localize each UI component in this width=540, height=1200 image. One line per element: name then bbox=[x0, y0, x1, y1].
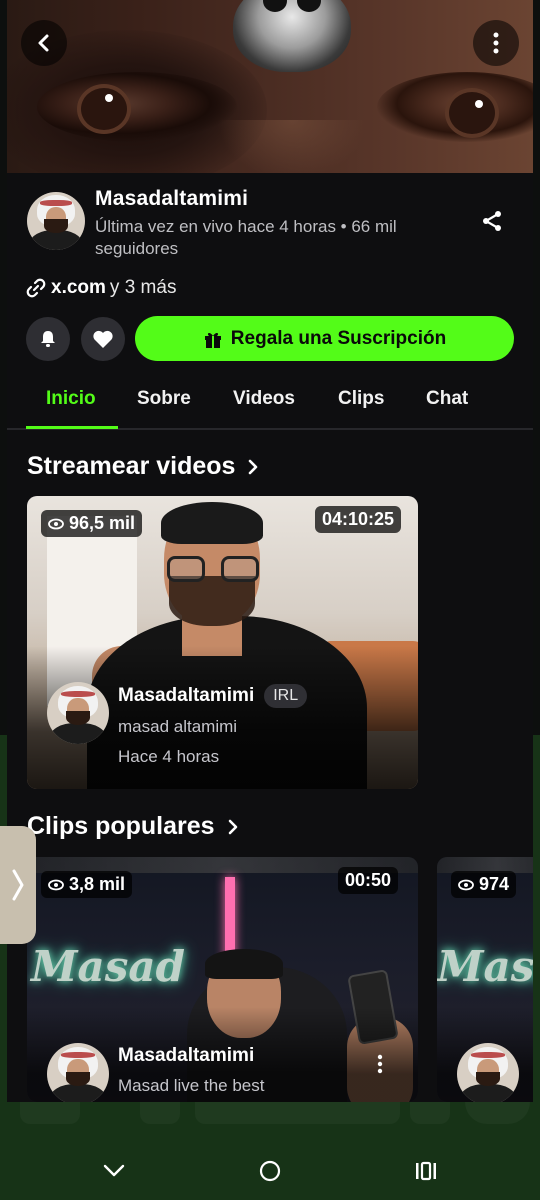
more-options-button[interactable] bbox=[473, 20, 519, 66]
share-button[interactable] bbox=[477, 206, 507, 236]
eye-icon bbox=[48, 879, 64, 890]
social-links[interactable]: x.com y 3 más bbox=[25, 277, 176, 299]
nav-home-button[interactable] bbox=[250, 1154, 290, 1188]
vertical-dots-icon bbox=[377, 1054, 383, 1074]
gift-icon bbox=[204, 332, 221, 348]
stream-videos-title: Streamear videos bbox=[27, 452, 236, 480]
channel-screen: Masadaltamimi Última vez en vivo hace 4 … bbox=[7, 0, 533, 1102]
link-icon bbox=[26, 278, 46, 298]
view-count-badge: 96,5 mil bbox=[41, 510, 143, 537]
gift-subscription-button[interactable]: Regala una Suscripción bbox=[135, 316, 514, 361]
stream-videos-header[interactable]: Streamear videos bbox=[27, 452, 259, 481]
background-ghost-row bbox=[0, 1102, 540, 1142]
view-count: 3,8 mil bbox=[69, 874, 126, 894]
category-tag[interactable]: IRL bbox=[264, 684, 308, 708]
card-channel-avatar[interactable] bbox=[47, 682, 109, 744]
notifications-button[interactable] bbox=[26, 317, 70, 361]
chevron-right-icon bbox=[249, 459, 258, 474]
neon-sign: Masad bbox=[31, 942, 185, 991]
nav-home-circle-icon bbox=[259, 1160, 281, 1182]
side-panel-handle[interactable] bbox=[0, 826, 36, 944]
channel-name: Masadaltamimi bbox=[95, 187, 249, 210]
clip-channel-avatar[interactable] bbox=[457, 1043, 519, 1102]
tab-videos[interactable]: Videos bbox=[233, 388, 295, 410]
tab-inicio[interactable]: Inicio bbox=[46, 388, 96, 410]
tab-clips[interactable]: Clips bbox=[338, 388, 384, 410]
link-more[interactable]: y 3 más bbox=[110, 277, 177, 299]
share-icon bbox=[483, 211, 501, 231]
nav-recents-icon bbox=[416, 1161, 436, 1181]
vertical-dots-icon bbox=[493, 32, 499, 54]
card-channel-name-row: Masadaltamimi IRL bbox=[118, 684, 308, 708]
duration-badge: 04:10:25 bbox=[315, 506, 402, 533]
tab-chat[interactable]: Chat bbox=[426, 388, 468, 410]
view-count-badge: 974 bbox=[451, 871, 517, 898]
nav-back-button[interactable] bbox=[94, 1154, 134, 1188]
view-count-badge: 3,8 mil bbox=[41, 871, 133, 898]
bell-icon bbox=[41, 331, 55, 347]
neon-sign: Masa bbox=[437, 942, 533, 991]
channel-tabs: Inicio Sobre Videos Clips Chat bbox=[7, 382, 533, 430]
follow-button[interactable] bbox=[81, 317, 125, 361]
clip-channel-name[interactable]: Masadaltamimi bbox=[118, 1045, 254, 1067]
gift-subscription-label: Regala una Suscripción bbox=[230, 327, 447, 349]
video-time: Hace 4 horas bbox=[118, 747, 220, 766]
popular-clips-title: Clips populares bbox=[27, 812, 215, 840]
stream-video-card[interactable]: 96,5 mil 04:10:25 Masadaltamimi IRL masa… bbox=[27, 496, 418, 789]
view-count: 96,5 mil bbox=[69, 513, 136, 533]
duration-badge: 00:50 bbox=[338, 867, 399, 894]
chevron-right-icon bbox=[228, 819, 237, 834]
tab-sobre[interactable]: Sobre bbox=[137, 388, 191, 410]
channel-avatar[interactable] bbox=[27, 192, 85, 250]
last-live-info: Última vez en vivo hace 4 horas • 66 mil… bbox=[95, 217, 397, 258]
active-tab-indicator bbox=[26, 426, 118, 429]
card-channel-name[interactable]: Masadaltamimi bbox=[118, 685, 254, 707]
link-domain[interactable]: x.com bbox=[51, 277, 106, 299]
popular-clips-header[interactable]: Clips populares bbox=[27, 812, 239, 841]
heart-icon bbox=[93, 330, 113, 348]
back-button[interactable] bbox=[21, 20, 67, 66]
chevron-left-icon bbox=[38, 34, 49, 52]
video-title: masad altamimi bbox=[118, 717, 238, 736]
video-thumbnail bbox=[27, 496, 418, 789]
clip-more-button[interactable] bbox=[377, 1054, 383, 1080]
channel-banner bbox=[7, 0, 533, 173]
system-nav-bar bbox=[0, 1142, 540, 1200]
clip-channel-avatar[interactable] bbox=[47, 1043, 109, 1102]
duration: 00:50 bbox=[345, 870, 392, 890]
clip-card[interactable]: Masad 3,8 mil 00:50 Masadaltamimi Masad … bbox=[27, 857, 418, 1102]
chevron-right-icon bbox=[12, 869, 24, 901]
eye-icon bbox=[458, 879, 474, 890]
view-count: 974 bbox=[479, 874, 510, 894]
clip-title: Masad live the best bbox=[118, 1076, 265, 1095]
eye-icon bbox=[48, 518, 64, 529]
duration: 04:10:25 bbox=[322, 509, 395, 529]
nav-recents-button[interactable] bbox=[406, 1154, 446, 1188]
clip-card[interactable]: Masa 974 bbox=[437, 857, 533, 1102]
nav-back-chevron-icon bbox=[103, 1164, 125, 1177]
